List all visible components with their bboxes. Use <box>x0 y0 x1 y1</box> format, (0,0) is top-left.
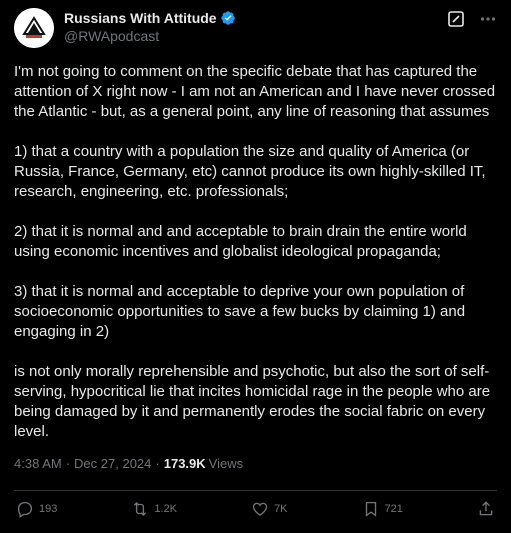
author-handle[interactable]: @RWApodcast <box>64 28 236 44</box>
like-count: 7K <box>274 503 288 515</box>
author-names: Russians With Attitude @RWApodcast <box>64 8 236 44</box>
tweet-text: I'm not going to comment on the specific… <box>14 63 496 440</box>
bookmark-icon <box>365 501 376 517</box>
heart-icon <box>252 502 268 516</box>
tweet-card: Russians With Attitude @RWApodcast I'm n… <box>0 0 511 533</box>
grok-icon[interactable] <box>447 10 465 28</box>
tweet-header: Russians With Attitude @RWApodcast <box>14 8 497 56</box>
tweet-date[interactable]: Dec 27, 2024 <box>74 456 151 471</box>
divider <box>14 490 497 491</box>
meta-separator: · <box>155 456 160 471</box>
repost-count: 1.2K <box>154 503 178 515</box>
author-display-name[interactable]: Russians With Attitude <box>64 10 217 26</box>
reply-button[interactable]: 193 <box>16 500 57 518</box>
podcast-logo-icon <box>14 8 54 48</box>
action-bar: 193 1.2K 7K 721 <box>16 500 495 518</box>
repost-button[interactable]: 1.2K <box>131 500 177 518</box>
reply-icon <box>17 501 33 518</box>
bookmark-count: 721 <box>384 503 403 515</box>
share-button[interactable] <box>477 500 495 518</box>
reply-count: 193 <box>39 503 58 515</box>
more-dots-icon[interactable] <box>479 10 497 28</box>
verified-badge-icon <box>220 10 236 26</box>
like-button[interactable]: 7K <box>251 500 288 518</box>
tweet-meta: 4:38 AM · Dec 27, 2024 · 173.9K Views <box>14 456 497 471</box>
meta-separator: · <box>65 456 71 471</box>
tweet-time[interactable]: 4:38 AM <box>14 456 62 471</box>
repost-icon <box>134 502 147 516</box>
bookmark-button[interactable]: 721 <box>362 500 403 518</box>
avatar[interactable] <box>14 8 54 48</box>
views-count: 173.9K <box>163 456 206 471</box>
header-actions <box>447 8 497 28</box>
views-label: Views <box>208 456 244 471</box>
share-icon <box>479 501 493 516</box>
